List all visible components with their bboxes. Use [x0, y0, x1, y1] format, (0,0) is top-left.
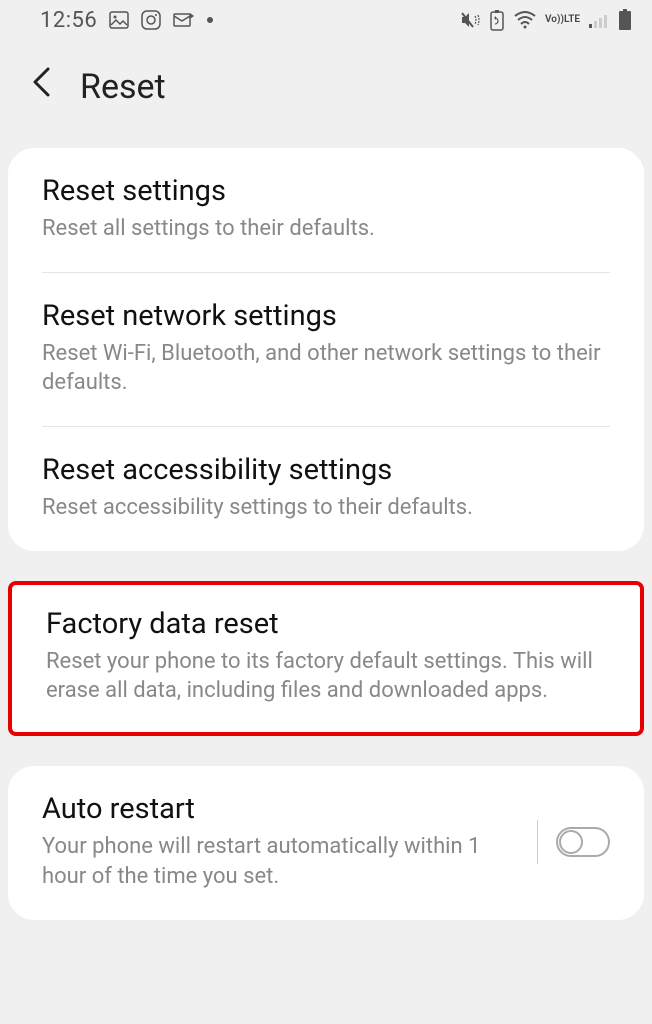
factory-reset-item[interactable]: Factory data reset Reset your phone to i… [12, 585, 640, 732]
status-left: 12:56 [40, 8, 213, 33]
battery-icon [618, 9, 632, 31]
status-time: 12:56 [40, 8, 97, 33]
item-subtitle: Reset your phone to its factory default … [46, 647, 606, 706]
volte-icon: Vo))LTE [545, 16, 580, 24]
more-dot-icon [207, 17, 213, 23]
instagram-icon [141, 10, 161, 30]
reset-network-item[interactable]: Reset network settings Reset Wi-Fi, Blue… [8, 273, 644, 426]
header: Reset [0, 40, 652, 148]
auto-restart-toggle[interactable] [556, 827, 610, 857]
item-text: Auto restart Your phone will restart aut… [42, 792, 517, 891]
reset-accessibility-item[interactable]: Reset accessibility settings Reset acces… [8, 427, 644, 551]
image-icon [109, 11, 129, 29]
toggle-wrap [537, 820, 610, 864]
battery-saver-icon [489, 9, 505, 31]
mail-icon [173, 11, 195, 29]
factory-reset-card: Factory data reset Reset your phone to i… [8, 581, 644, 736]
item-title: Reset settings [42, 174, 610, 208]
auto-restart-item[interactable]: Auto restart Your phone will restart aut… [8, 766, 644, 919]
status-bar: 12:56 Vo))LTE [0, 0, 652, 40]
auto-restart-card: Auto restart Your phone will restart aut… [8, 766, 644, 919]
mute-vibrate-icon [459, 10, 481, 30]
reset-options-card: Reset settings Reset all settings to the… [8, 148, 644, 551]
reset-settings-item[interactable]: Reset settings Reset all settings to the… [8, 148, 644, 272]
status-right: Vo))LTE [459, 9, 632, 31]
signal-icon [588, 11, 610, 29]
wifi-icon [513, 10, 537, 30]
item-subtitle: Reset Wi-Fi, Bluetooth, and other networ… [42, 339, 610, 398]
item-subtitle: Reset accessibility settings to their de… [42, 493, 610, 523]
item-title: Reset accessibility settings [42, 453, 610, 487]
item-title: Reset network settings [42, 299, 610, 333]
page-title: Reset [80, 67, 166, 107]
toggle-knob [559, 830, 583, 854]
item-title: Factory data reset [46, 607, 606, 641]
back-icon[interactable] [30, 65, 52, 108]
toggle-divider [537, 820, 538, 864]
item-title: Auto restart [42, 792, 517, 826]
item-subtitle: Your phone will restart automatically wi… [42, 832, 517, 891]
item-subtitle: Reset all settings to their defaults. [42, 214, 610, 244]
